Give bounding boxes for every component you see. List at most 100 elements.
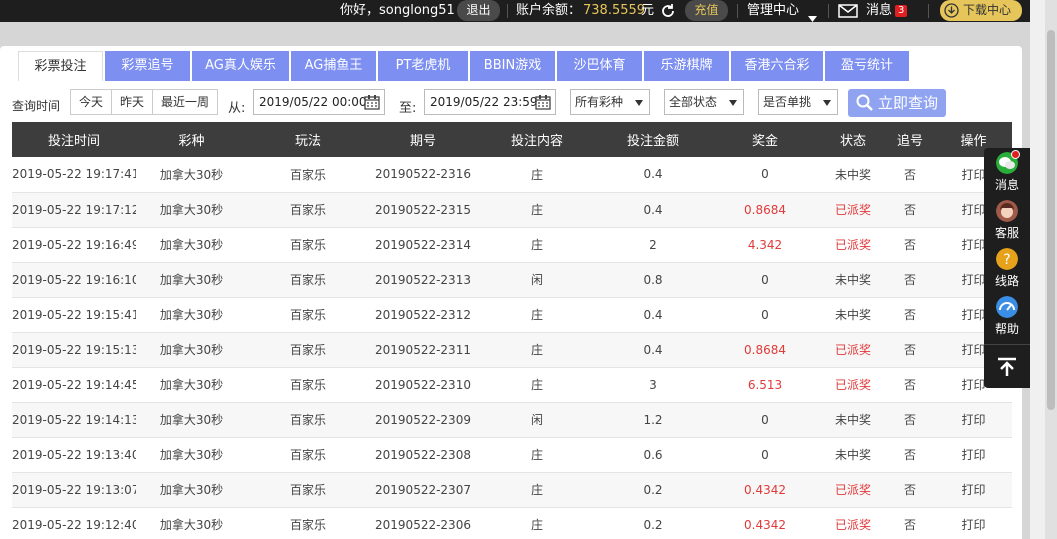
- bet-content-cell: 庄: [477, 332, 597, 368]
- sidebar-label: 客服: [994, 226, 1019, 240]
- bet-amount-cell: 0.4: [597, 157, 709, 193]
- end-date-value: 2019/05/22 23:59: [430, 95, 538, 109]
- bet-content-cell: 闲: [477, 262, 597, 298]
- play-type-cell: 百家乐: [247, 332, 369, 368]
- tab-ag-live[interactable]: AG真人娱乐: [192, 51, 289, 81]
- bet-time-cell: 2019-05-22 19:16:49: [12, 227, 136, 263]
- column-header[interactable]: 期号: [369, 122, 477, 157]
- sidebar-routes[interactable]: ? 线路: [984, 244, 1030, 292]
- single-select[interactable]: 是否单挑: [758, 89, 838, 115]
- lottery-type-cell: 加拿大30秒: [136, 437, 247, 473]
- bet-time-cell: 2019-05-22 19:13:07: [12, 472, 136, 508]
- bet-content-cell: 庄: [477, 157, 597, 193]
- table-row: 2019-05-22 19:12:40 加拿大30秒 百家乐 20190522-230…: [12, 507, 1012, 539]
- tab-lottery-bets[interactable]: 彩票投注: [18, 51, 103, 81]
- issue-number-cell: 20190522-2306: [369, 507, 477, 539]
- lottery-type-cell: 加拿大30秒: [136, 367, 247, 403]
- download-icon: [944, 3, 959, 18]
- chevron-down-icon[interactable]: [808, 8, 817, 22]
- search-button[interactable]: 立即查询: [848, 89, 946, 117]
- play-type-cell: 百家乐: [247, 227, 369, 263]
- tab-pt-slots[interactable]: PT老虎机: [378, 51, 468, 81]
- prize-cell: 6.513: [709, 367, 821, 403]
- status-cell: 未中奖: [821, 157, 885, 193]
- back-to-top-button[interactable]: [984, 344, 1030, 388]
- status-cell: 未中奖: [821, 297, 885, 333]
- start-date-value: 2019/05/22 00:00: [259, 95, 367, 109]
- end-date-input[interactable]: 2019/05/22 23:59: [424, 89, 556, 115]
- last-week-button[interactable]: 最近一周: [152, 89, 218, 115]
- lottery-type-select[interactable]: 所有彩种: [570, 89, 650, 115]
- sidebar-customer-service[interactable]: 客服: [984, 196, 1030, 244]
- today-button[interactable]: 今天: [70, 89, 112, 115]
- table-header-row: 投注时间 彩种 玩法 期号 投注内容 投注金额 奖金 状态 追号 操作: [12, 122, 1012, 157]
- sidebar-help[interactable]: 帮助: [984, 292, 1030, 340]
- start-date-input[interactable]: 2019/05/22 00:00: [253, 89, 385, 115]
- tab-saba-sports[interactable]: 沙巴体育: [557, 51, 642, 81]
- issue-number-cell: 20190522-2310: [369, 367, 477, 403]
- play-type-cell: 百家乐: [247, 472, 369, 508]
- tab-leyou-chess[interactable]: 乐游棋牌: [644, 51, 729, 81]
- column-header[interactable]: 投注内容: [477, 122, 597, 157]
- chevron-down-icon: [635, 100, 643, 106]
- yesterday-button[interactable]: 昨天: [111, 89, 153, 115]
- column-header[interactable]: 投注时间: [12, 122, 136, 157]
- column-header[interactable]: 彩种: [136, 122, 247, 157]
- lottery-type-cell: 加拿大30秒: [136, 157, 247, 193]
- issue-number-cell: 20190522-2315: [369, 192, 477, 228]
- sidebar-messages[interactable]: 消息: [984, 148, 1030, 196]
- refresh-icon[interactable]: [660, 3, 676, 19]
- status-select[interactable]: 全部状态: [664, 89, 744, 115]
- messages-link[interactable]: 消息 3: [866, 0, 908, 22]
- column-header[interactable]: 玩法: [247, 122, 369, 157]
- bet-amount-cell: 0.2: [597, 472, 709, 508]
- column-header[interactable]: 奖金: [709, 122, 821, 157]
- table-row: 2019-05-22 19:13:07 加拿大30秒 百家乐 20190522-230…: [12, 472, 1012, 508]
- divider: [828, 4, 829, 18]
- mail-icon[interactable]: [838, 3, 858, 19]
- chase-cell: 否: [885, 262, 935, 298]
- issue-number-cell: 20190522-2313: [369, 262, 477, 298]
- chevron-down-icon: [729, 100, 737, 106]
- admin-center-link[interactable]: 管理中心: [747, 0, 799, 22]
- bet-amount-cell: 2: [597, 227, 709, 263]
- recharge-button[interactable]: 充值: [685, 0, 728, 21]
- bet-time-cell: 2019-05-22 19:15:13: [12, 332, 136, 368]
- bet-records-table: 投注时间 彩种 玩法 期号 投注内容 投注金额 奖金 状态 追号 操作 2019…: [12, 122, 1012, 539]
- print-link[interactable]: 打印: [935, 472, 1012, 508]
- prize-cell: 0: [709, 297, 821, 333]
- status-cell: 已派奖: [821, 227, 885, 263]
- greeting-text: 你好，songlong51: [340, 3, 455, 18]
- lottery-type-cell: 加拿大30秒: [136, 507, 247, 539]
- tab-profit-loss[interactable]: 盈亏统计: [825, 51, 909, 81]
- column-header[interactable]: 投注金额: [597, 122, 709, 157]
- issue-number-cell: 20190522-2314: [369, 227, 477, 263]
- column-header[interactable]: 状态: [821, 122, 885, 157]
- tab-lottery-chase[interactable]: 彩票追号: [105, 51, 190, 81]
- status-cell: 未中奖: [821, 437, 885, 473]
- bet-amount-cell: 0.4: [597, 332, 709, 368]
- bet-content-cell: 庄: [477, 472, 597, 508]
- table-row: 2019-05-22 19:14:45 加拿大30秒 百家乐 20190522-231…: [12, 367, 1012, 403]
- messages-label: 消息: [866, 3, 893, 18]
- calendar-icon: [535, 95, 551, 110]
- print-link[interactable]: 打印: [935, 437, 1012, 473]
- search-icon: [856, 94, 873, 111]
- print-link[interactable]: 打印: [935, 402, 1012, 438]
- logout-button[interactable]: 退出: [457, 0, 500, 21]
- column-header[interactable]: 追号: [885, 122, 935, 157]
- tab-ag-fishing[interactable]: AG捕鱼王: [291, 51, 376, 81]
- status-cell: 已派奖: [821, 367, 885, 403]
- bet-amount-cell: 0.6: [597, 437, 709, 473]
- lottery-type-cell: 加拿大30秒: [136, 297, 247, 333]
- divider: [928, 4, 929, 18]
- lottery-type-cell: 加拿大30秒: [136, 472, 247, 508]
- play-type-cell: 百家乐: [247, 262, 369, 298]
- prize-cell: 0: [709, 402, 821, 438]
- scrollbar-thumb[interactable]: [1047, 30, 1055, 410]
- tab-hk-mark-six[interactable]: 香港六合彩: [731, 51, 823, 81]
- bet-content-cell: 庄: [477, 297, 597, 333]
- print-link[interactable]: 打印: [935, 507, 1012, 539]
- tab-bbin-games[interactable]: BBIN游戏: [470, 51, 555, 81]
- download-center-button[interactable]: 下载中心: [940, 0, 1022, 21]
